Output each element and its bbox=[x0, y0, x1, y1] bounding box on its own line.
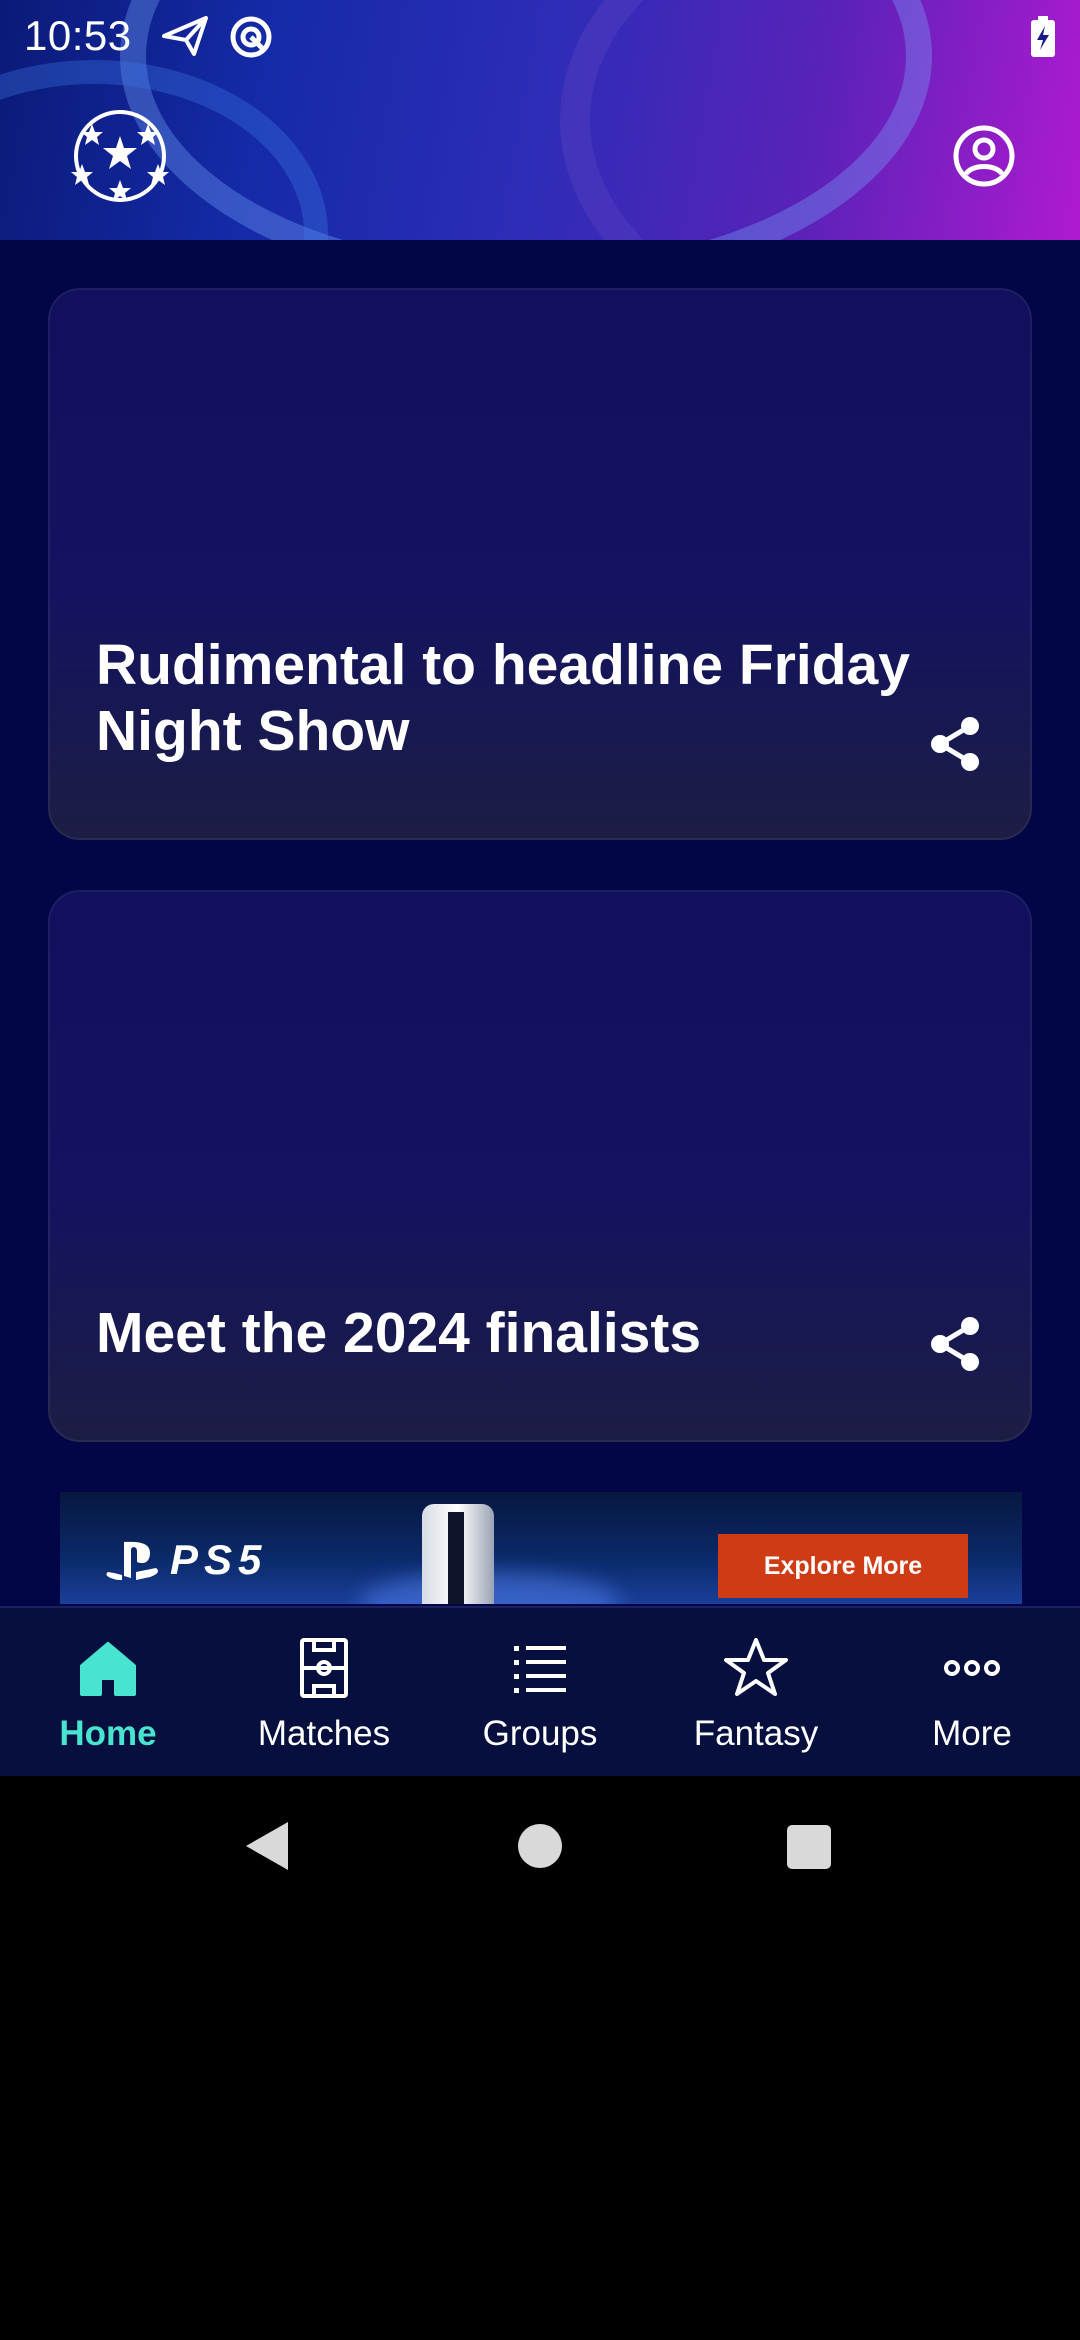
system-nav-bar bbox=[0, 1776, 1080, 1920]
home-circle-icon[interactable] bbox=[516, 1822, 564, 1870]
news-card[interactable]: Rudimental to headline Friday Night Show bbox=[48, 288, 1032, 840]
nav-label-more: More bbox=[932, 1714, 1012, 1753]
nav-item-home[interactable]: Home bbox=[0, 1608, 216, 1776]
status-time: 10:53 bbox=[24, 12, 132, 59]
card-title: Meet the 2024 finalists bbox=[96, 1301, 702, 1365]
back-icon[interactable] bbox=[242, 1818, 292, 1874]
sync-icon bbox=[230, 16, 272, 58]
account-circle-icon[interactable] bbox=[952, 124, 1016, 188]
nav-label-fantasy: Fantasy bbox=[693, 1714, 819, 1753]
header: 10:53 bbox=[0, 0, 1080, 240]
nav-item-more[interactable]: More bbox=[864, 1608, 1080, 1776]
ps5-console-core bbox=[448, 1512, 464, 1604]
pitch-icon bbox=[300, 1638, 348, 1698]
status-bar: 10:53 bbox=[0, 0, 1080, 72]
list-icon bbox=[514, 1646, 566, 1693]
nav-label-groups: Groups bbox=[482, 1714, 598, 1753]
starball-logo[interactable] bbox=[70, 106, 170, 206]
playstation-icon bbox=[106, 1541, 158, 1580]
explore-more-button[interactable]: Explore More bbox=[718, 1534, 968, 1598]
nav-item-groups[interactable]: Groups bbox=[432, 1608, 648, 1776]
ad-brand-logo: PS5 bbox=[104, 1536, 268, 1583]
bottom-nav: Home Matches Groups Fantasy More bbox=[0, 1606, 1080, 1776]
recents-icon[interactable] bbox=[786, 1824, 832, 1870]
share-icon[interactable] bbox=[928, 1314, 984, 1374]
nav-label-matches: Matches bbox=[257, 1714, 391, 1753]
ad-brand-text: PS5 bbox=[170, 1536, 268, 1583]
news-card[interactable]: Meet the 2024 finalists bbox=[48, 890, 1032, 1442]
card-title: Rudimental to headline Friday Night Show bbox=[96, 633, 910, 763]
ad-banner[interactable]: PS5 Explore More bbox=[60, 1492, 1022, 1604]
send-icon bbox=[162, 16, 208, 56]
app-screen: 10:53 Rudimental to headline Friday Nigh… bbox=[0, 0, 1080, 1776]
star-icon bbox=[724, 1638, 788, 1696]
nav-label-home: Home bbox=[59, 1714, 157, 1753]
more-dots-icon bbox=[944, 1660, 1000, 1676]
nav-item-fantasy[interactable]: Fantasy bbox=[648, 1608, 864, 1776]
battery-charging-icon bbox=[1031, 16, 1055, 57]
nav-item-matches[interactable]: Matches bbox=[216, 1608, 432, 1776]
share-icon[interactable] bbox=[928, 714, 984, 774]
home-icon bbox=[80, 1642, 136, 1696]
